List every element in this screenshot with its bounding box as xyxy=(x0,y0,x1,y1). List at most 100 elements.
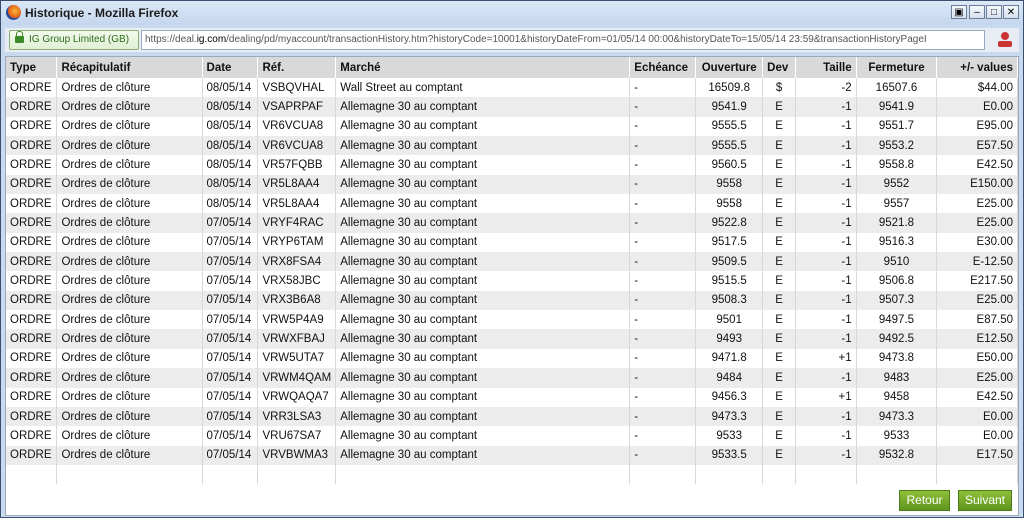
maximize-button[interactable]: □ xyxy=(986,5,1002,19)
cell-date: 08/05/14 xyxy=(202,194,259,214)
cell-market: Allemagne 30 au comptant xyxy=(335,387,631,407)
cell-currency: E xyxy=(762,329,797,349)
empty-cell xyxy=(202,464,259,484)
cell-expiry: - xyxy=(629,348,697,369)
restore-icon[interactable]: ▣ xyxy=(951,5,967,19)
url-field[interactable]: https://deal.ig.com/dealing/pd/myaccount… xyxy=(141,30,985,50)
next-button[interactable]: Suivant xyxy=(957,490,1012,511)
cell-market: Allemagne 30 au comptant xyxy=(335,290,631,311)
cell-size: -1 xyxy=(795,97,857,117)
column-header-pnl: +/- values xyxy=(936,57,1018,78)
cell-ref: VRR3LSA3 xyxy=(257,406,337,427)
cell-date: 07/05/14 xyxy=(202,310,259,330)
cell-open: 9555.5 xyxy=(695,136,764,156)
cell-close: 9507.3 xyxy=(856,290,938,311)
close-button[interactable]: ✕ xyxy=(1003,5,1019,19)
cell-market: Allemagne 30 au comptant xyxy=(335,174,631,195)
cell-ref: VRWXFBAJ xyxy=(257,329,337,349)
table-row: ORDRE Ordres de clôture 07/05/14 VRX8FSA4 Al… xyxy=(6,252,1018,272)
cell-pnl: E50.00 xyxy=(936,348,1018,369)
cell-pnl: E95.00 xyxy=(936,116,1018,137)
cell-pnl: E0.00 xyxy=(936,426,1018,446)
back-button[interactable]: Retour xyxy=(899,490,950,511)
cell-size: -1 xyxy=(795,271,857,291)
cell-ref: VRYP6TAM xyxy=(257,232,337,253)
cell-summary: Ordres de clôture xyxy=(56,155,203,175)
cell-market: Allemagne 30 au comptant xyxy=(335,445,631,465)
cell-date: 07/05/14 xyxy=(202,213,259,233)
cell-summary: Ordres de clôture xyxy=(56,348,203,369)
cell-close: 9541.9 xyxy=(856,97,938,117)
table-row: ORDRE Ordres de clôture 07/05/14 VRR3LSA3 Al… xyxy=(6,406,1018,427)
column-header-open: Ouverture xyxy=(695,57,764,78)
cell-open: 9533 xyxy=(695,426,764,446)
cell-summary: Ordres de clôture xyxy=(56,252,203,272)
cell-summary: Ordres de clôture xyxy=(56,271,203,291)
cell-market: Allemagne 30 au comptant xyxy=(335,232,631,253)
cell-date: 08/05/14 xyxy=(202,97,259,117)
cell-currency: E xyxy=(762,368,797,388)
table-header-row: Type Récapitulatif Date Réf. Marché Echéance O… xyxy=(6,57,1018,78)
cell-open: 9541.9 xyxy=(695,97,764,117)
table-row: ORDRE Ordres de clôture 07/05/14 VRWQAQA7 Al… xyxy=(6,387,1018,407)
cell-ref: VR5L8AA4 xyxy=(257,174,337,195)
cell-date: 07/05/14 xyxy=(202,290,259,311)
cell-type: ORDRE xyxy=(6,426,58,446)
cell-market: Allemagne 30 au comptant xyxy=(335,213,631,233)
cell-market: Allemagne 30 au comptant xyxy=(335,97,631,117)
cell-expiry: - xyxy=(629,155,697,175)
cell-expiry: - xyxy=(629,406,697,427)
cell-size: -1 xyxy=(795,136,857,156)
cell-currency: E xyxy=(762,271,797,291)
cell-ref: VRWQAQA7 xyxy=(257,387,337,407)
addon-icon[interactable] xyxy=(995,30,1015,50)
cell-currency: E xyxy=(762,213,797,233)
cell-market: Allemagne 30 au comptant xyxy=(335,116,631,137)
cell-size: -1 xyxy=(795,116,857,137)
cell-market: Allemagne 30 au comptant xyxy=(335,348,631,369)
minimize-button[interactable]: – xyxy=(969,5,985,19)
table-row: ORDRE Ordres de clôture 07/05/14 VRVBWMA3 Al… xyxy=(6,445,1018,465)
cell-close: 9532.8 xyxy=(856,445,938,465)
cell-type: ORDRE xyxy=(6,78,58,98)
cell-ref: VRWM4QAM xyxy=(257,368,337,388)
cell-open: 9456.3 xyxy=(695,387,764,407)
cell-date: 07/05/14 xyxy=(202,426,259,446)
cell-type: ORDRE xyxy=(6,155,58,175)
empty-cell xyxy=(936,464,1018,484)
cell-ref: VRW5UTA7 xyxy=(257,348,337,369)
cell-size: -1 xyxy=(795,232,857,253)
cell-summary: Ordres de clôture xyxy=(56,387,203,407)
cell-ref: VRYF4RAC xyxy=(257,213,337,233)
cell-close: 9551.7 xyxy=(856,116,938,137)
cell-date: 08/05/14 xyxy=(202,116,259,137)
column-header-close: Fermeture xyxy=(856,57,938,78)
cell-summary: Ordres de clôture xyxy=(56,232,203,253)
table-row: ORDRE Ordres de clôture 07/05/14 VRW5UTA7 Al… xyxy=(6,348,1018,369)
page-content: Type Récapitulatif Date Réf. Marché Echéance O… xyxy=(5,56,1019,516)
cell-summary: Ordres de clôture xyxy=(56,78,203,98)
cell-ref: VSBQVHAL xyxy=(257,78,337,98)
cell-pnl: E42.50 xyxy=(936,387,1018,407)
cell-expiry: - xyxy=(629,271,697,291)
cell-size: -1 xyxy=(795,174,857,195)
column-header-currency: Dev xyxy=(762,57,797,78)
lock-icon xyxy=(15,31,24,43)
cell-open: 9517.5 xyxy=(695,232,764,253)
cell-size: -1 xyxy=(795,252,857,272)
cell-market: Allemagne 30 au comptant xyxy=(335,406,631,427)
cell-currency: E xyxy=(762,310,797,330)
cell-size: +1 xyxy=(795,387,857,407)
cell-ref: VR6VCUA8 xyxy=(257,136,337,156)
empty-cell xyxy=(56,464,203,484)
cell-close: 9521.8 xyxy=(856,213,938,233)
cell-summary: Ordres de clôture xyxy=(56,116,203,137)
table-row: ORDRE Ordres de clôture 08/05/14 VR57FQBB Al… xyxy=(6,155,1018,175)
cell-currency: E xyxy=(762,406,797,427)
site-identity-button[interactable]: IG Group Limited (GB) xyxy=(9,30,139,50)
cell-open: 16509.8 xyxy=(695,78,764,98)
cell-date: 07/05/14 xyxy=(202,329,259,349)
cell-type: ORDRE xyxy=(6,271,58,291)
title-bar[interactable]: Historique - Mozilla Firefox ▣ – □ ✕ xyxy=(1,1,1023,25)
empty-row xyxy=(6,464,1018,484)
